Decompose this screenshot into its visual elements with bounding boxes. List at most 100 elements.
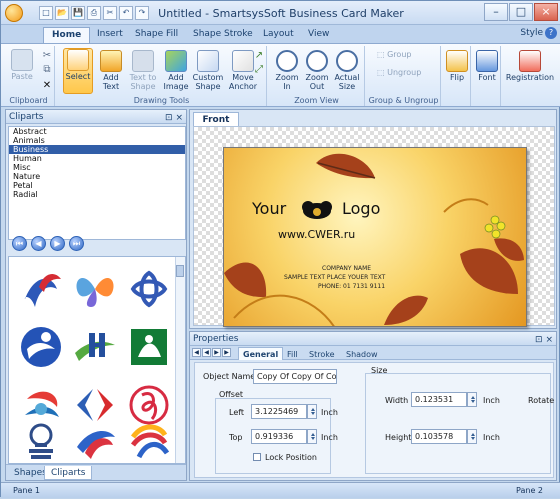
registration-group: Registration	[503, 46, 557, 106]
front-tab[interactable]: Front	[193, 112, 239, 126]
list-item[interactable]: Business	[9, 145, 185, 154]
clipart-blue-figure[interactable]	[17, 323, 65, 371]
ungroup-button[interactable]: ⬚ Ungroup	[377, 68, 435, 77]
node-tool-icon[interactable]: ⤢	[253, 64, 265, 76]
left-unit: Inch	[321, 408, 338, 417]
tab-next-icon[interactable]: ▶	[212, 348, 221, 357]
leaf-decoration	[224, 153, 524, 326]
custom-shape-button[interactable]: Custom Shape	[191, 50, 225, 91]
tab-fill[interactable]: Fill	[282, 347, 303, 360]
zoom-out-button[interactable]: Zoom Out	[303, 50, 331, 91]
top-field[interactable]: 0.919336	[251, 429, 307, 444]
shape-tool-icon[interactable]: ↗	[253, 50, 265, 62]
first-page-icon[interactable]: ⏮	[12, 236, 27, 251]
clipart-gallery[interactable]	[8, 256, 186, 464]
width-unit: Inch	[483, 396, 500, 405]
tab-stroke[interactable]: Stroke	[304, 347, 340, 360]
list-item[interactable]: Human	[9, 154, 185, 163]
clipart-butterfly[interactable]	[71, 265, 119, 313]
add-text-button[interactable]: Add Text	[97, 50, 125, 91]
clipart-colorful-arcs[interactable]	[125, 417, 173, 465]
list-item[interactable]: Abstract	[9, 127, 185, 136]
clipart-h-logo[interactable]	[71, 323, 119, 371]
height-spinner[interactable]	[467, 429, 477, 444]
minimize-button[interactable]: –	[484, 3, 508, 21]
app-window: □ 📂 💾 ⎙ ✂ ↶ ↷ Untitled - SmartsysSoft Bu…	[0, 0, 560, 498]
tab-view[interactable]: View	[300, 27, 337, 43]
next-page-icon[interactable]: ▶	[50, 236, 65, 251]
ribbon: Paste ✂ ⧉ ✕ Clipboard Select Add Text Te…	[1, 43, 560, 107]
card-url: www.CWER.ru	[278, 228, 356, 241]
clipart-category-list[interactable]: Abstract Animals Business Human Misc Nat…	[8, 126, 186, 240]
left-spinner[interactable]	[307, 404, 317, 419]
properties-close-icon[interactable]: ⊡ ×	[535, 333, 553, 347]
group-button[interactable]: ⬚ Group	[377, 50, 435, 59]
panel-close-icon[interactable]: ⊡ ×	[165, 111, 183, 125]
font-group: Font	[473, 46, 501, 106]
tab-first-icon[interactable]: ◀	[192, 348, 201, 357]
delete-small-icon[interactable]: ✕	[41, 80, 53, 92]
clipart-navigation: ⏮ ◀ ▶ ⏭	[12, 236, 84, 251]
zoom-view-group: Zoom In Zoom Out Actual Size Zoom View	[269, 46, 365, 106]
tab-general[interactable]: General	[238, 347, 284, 360]
clipart-sport-ball[interactable]	[17, 417, 65, 465]
clipart-blue-rings[interactable]	[125, 265, 173, 313]
clipboard-group: Paste ✂ ⧉ ✕ Clipboard	[3, 46, 55, 106]
registration-button[interactable]: Registration	[505, 50, 555, 82]
tab-last-icon[interactable]: ▶	[222, 348, 231, 357]
previous-page-icon[interactable]: ◀	[31, 236, 46, 251]
tab-cliparts[interactable]: Cliparts	[44, 466, 93, 480]
zoom-in-button[interactable]: Zoom In	[273, 50, 301, 91]
cut-small-icon[interactable]: ✂	[41, 50, 53, 62]
width-spinner[interactable]	[467, 392, 477, 407]
paste-button[interactable]: Paste	[7, 49, 37, 81]
card-logo-your: Your	[252, 199, 287, 218]
list-item[interactable]: Radial	[9, 190, 185, 199]
close-button[interactable]: ×	[534, 3, 558, 21]
lock-position-label: Lock Position	[265, 453, 317, 462]
list-item[interactable]: Animals	[9, 136, 185, 145]
copy-small-icon[interactable]: ⧉	[41, 64, 53, 76]
top-spinner[interactable]	[307, 429, 317, 444]
clipart-scrollbar[interactable]	[175, 257, 185, 463]
width-field[interactable]: 0.123531	[411, 392, 467, 407]
window-title: Untitled - SmartsysSoft Business Card Ma…	[158, 7, 404, 20]
lock-position-checkbox[interactable]	[253, 453, 261, 461]
status-bar: Pane 1 Pane 2	[1, 482, 560, 498]
maximize-button[interactable]: □	[509, 3, 533, 21]
design-canvas[interactable]: Your Logo www.CWER.ru COMPANY NAME SAMPL…	[193, 126, 555, 327]
tab-home[interactable]: Home	[43, 27, 91, 43]
select-button[interactable]: Select	[63, 48, 93, 94]
help-icon[interactable]: ?	[545, 27, 557, 39]
size-box	[365, 373, 551, 474]
zoom-view-label: Zoom View	[294, 96, 339, 105]
card-sample-text: SAMPLE TEXT PLACE YOUER TEXT	[284, 274, 386, 281]
tab-layout[interactable]: Layout	[255, 27, 302, 43]
tab-prev-icon[interactable]: ◀	[202, 348, 211, 357]
object-name-label: Object Name	[203, 372, 256, 381]
tab-shadow[interactable]: Shadow	[341, 347, 383, 360]
font-button[interactable]: Font	[475, 50, 499, 82]
list-item[interactable]: Petal	[9, 181, 185, 190]
left-field[interactable]: 3.1225469	[251, 404, 307, 419]
add-image-button[interactable]: Add Image	[161, 50, 191, 91]
actual-size-button[interactable]: Actual Size	[333, 50, 361, 91]
height-field[interactable]: 0.103578	[411, 429, 467, 444]
object-name-field[interactable]: Copy Of Copy Of Copy	[253, 369, 337, 384]
flip-group: Flip	[443, 46, 471, 106]
list-item[interactable]: Nature	[9, 172, 185, 181]
business-card[interactable]: Your Logo www.CWER.ru COMPANY NAME SAMPL…	[223, 147, 527, 327]
tab-insert[interactable]: Insert	[89, 27, 131, 43]
tab-shape-fill[interactable]: Shape Fill	[127, 27, 186, 43]
list-item[interactable]: Misc	[9, 163, 185, 172]
clipart-swirl-blue-red[interactable]	[17, 265, 65, 313]
clipart-scroll-thumb[interactable]	[176, 265, 184, 277]
flip-button[interactable]: Flip	[445, 50, 469, 82]
clipart-red-blue-wave[interactable]	[71, 417, 119, 465]
last-page-icon[interactable]: ⏭	[69, 236, 84, 251]
style-menu[interactable]: Style	[520, 28, 543, 38]
tab-shape-stroke[interactable]: Shape Stroke	[185, 27, 261, 43]
clipart-green-square[interactable]	[125, 323, 173, 371]
text-to-shape-button[interactable]: Text to Shape	[127, 50, 159, 91]
cliparts-header: Cliparts ⊡ ×	[6, 110, 186, 124]
